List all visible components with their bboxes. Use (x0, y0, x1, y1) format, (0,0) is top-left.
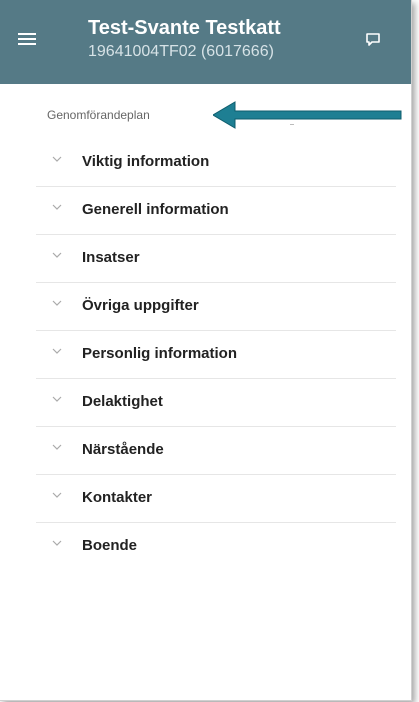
chevron-down-icon (52, 540, 62, 546)
accordion-item-viktig-information[interactable]: Viktig information (36, 139, 396, 187)
chat-bubble-icon[interactable] (363, 30, 383, 50)
chevron-down-icon (52, 492, 62, 498)
chevron-down-icon (52, 396, 62, 402)
accordion-item-label: Insatser (82, 249, 140, 266)
chevron-down-icon (52, 300, 62, 306)
patient-id: 19641004TF02 (6017666) (88, 43, 274, 60)
section-header: Genomförandeplan (47, 108, 150, 122)
chevron-down-icon (52, 252, 62, 258)
accordion-list: Viktig information Generell information … (36, 139, 396, 570)
accordion-item-label: Generell information (82, 201, 229, 218)
accordion-item-insatser[interactable]: Insatser (36, 235, 396, 283)
app-screen: Test-Svante Testkatt 19641004TF02 (60176… (0, 0, 412, 701)
accordion-item-label: Delaktighet (82, 393, 163, 410)
accordion-item-label: Närstående (82, 441, 164, 458)
patient-name: Test-Svante Testkatt (88, 17, 281, 39)
accordion-item-label: Kontakter (82, 489, 153, 506)
accordion-item-boende[interactable]: Boende (36, 523, 396, 570)
accordion-item-ovriga-uppgifter[interactable]: Övriga uppgifter (36, 283, 396, 331)
chevron-down-icon (52, 444, 62, 450)
accordion-item-narstaende[interactable]: Närstående (36, 427, 396, 475)
divider-tick (290, 124, 294, 125)
accordion-item-label: Övriga uppgifter (82, 297, 199, 314)
accordion-item-label: Personlig information (82, 345, 238, 362)
hamburger-menu-icon[interactable] (18, 30, 42, 50)
app-bar: Test-Svante Testkatt 19641004TF02 (60176… (0, 0, 411, 84)
accordion-item-personlig-information[interactable]: Personlig information (36, 331, 396, 379)
accordion-item-kontakter[interactable]: Kontakter (36, 475, 396, 523)
chevron-down-icon (52, 348, 62, 354)
accordion-item-label: Viktig information (82, 153, 210, 170)
chevron-down-icon (52, 204, 62, 210)
accordion-item-delaktighet[interactable]: Delaktighet (36, 379, 396, 427)
chevron-down-icon (52, 156, 62, 162)
accordion-item-generell-information[interactable]: Generell information (36, 187, 396, 235)
accordion-item-label: Boende (82, 537, 138, 554)
arrow-left-icon (212, 100, 403, 135)
